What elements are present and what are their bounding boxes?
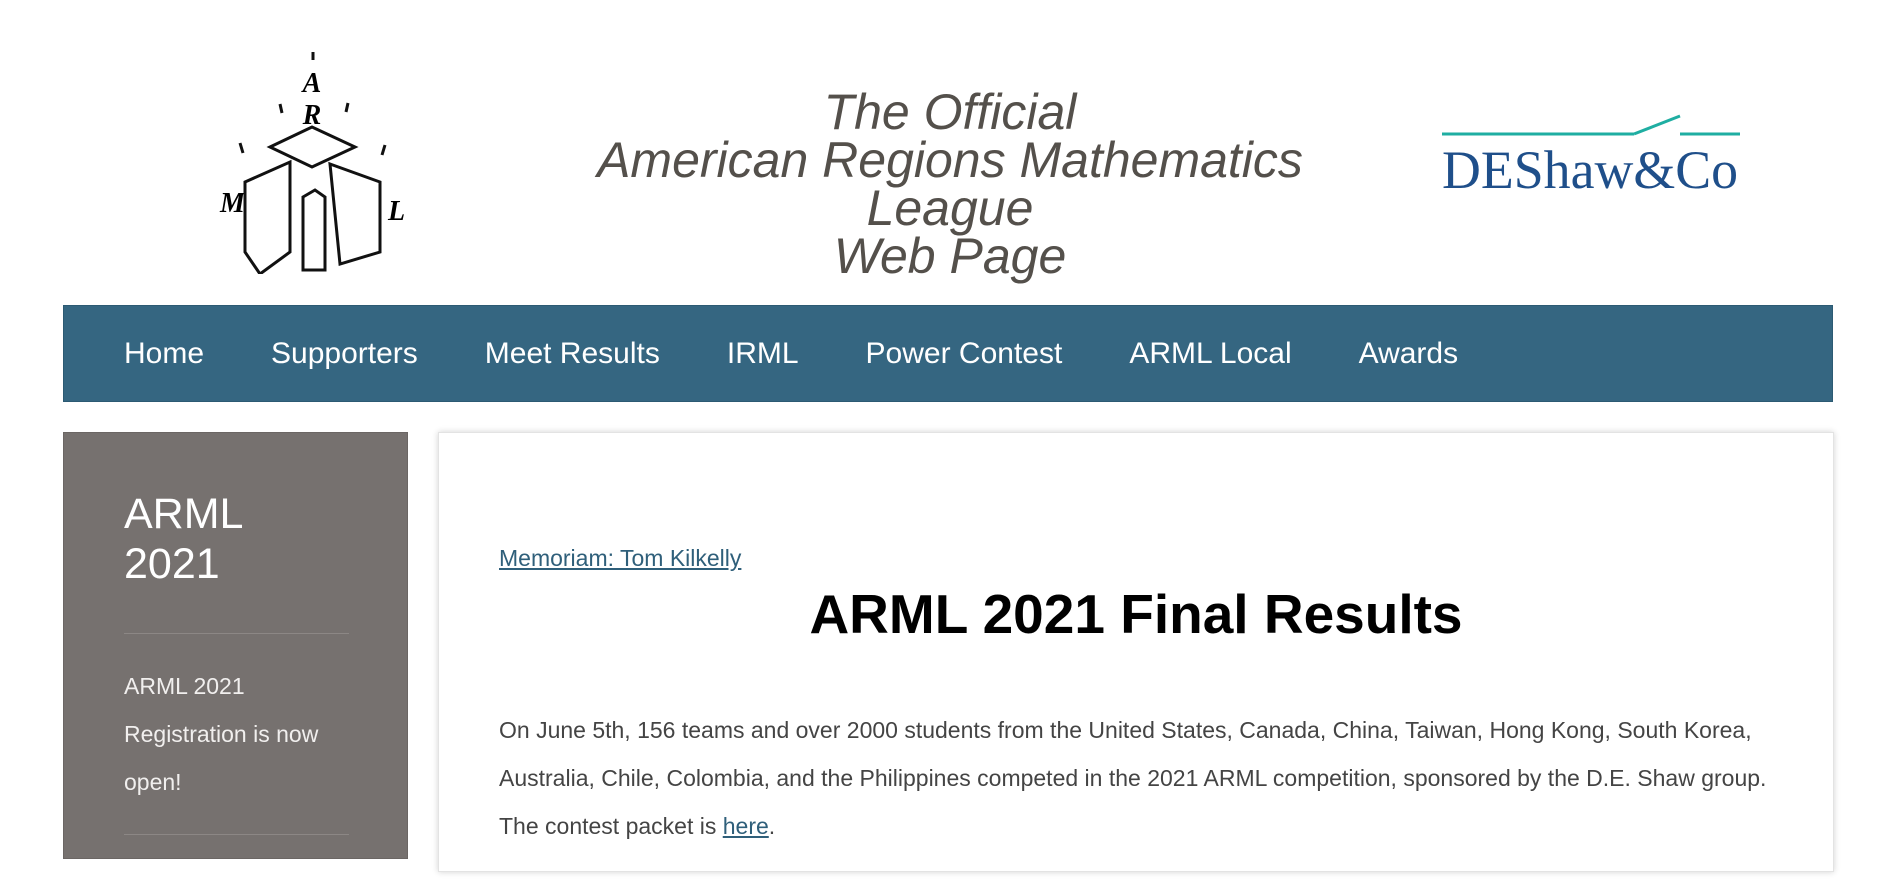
logo-letter-l: L [387,196,405,227]
registration-notice: ARML 2021 Registration is now open! [124,673,319,795]
contest-packet-link[interactable]: here [723,813,769,839]
de-shaw-logo-text: DEShaw&Co [1442,140,1738,198]
de-shaw-logo: DEShaw&Co [1442,114,1740,198]
memoriam-link[interactable]: Memoriam: Tom Kilkelly [499,545,741,572]
results-intro-end: . [768,813,776,839]
nav-item-arml-local[interactable]: ARML Local [1129,337,1291,371]
nav-item-home[interactable]: Home [124,337,204,371]
results-intro: On June 5th, 156 teams and over 2000 stu… [499,706,1773,850]
logo-letter-a: A [301,68,322,99]
results-intro-text: On June 5th, 156 teams and over 2000 stu… [499,717,1767,839]
site-title-line-2: American Regions Mathematics League [597,132,1303,236]
nav-item-meet-results[interactable]: Meet Results [485,337,660,371]
page-title: ARML 2021 Final Results [809,583,1463,645]
logo-letter-m: M [219,188,246,219]
sidebar-title: ARML 2021 [124,490,242,588]
nav-item-power-contest[interactable]: Power Contest [866,337,1063,371]
nav-item-awards[interactable]: Awards [1359,337,1459,371]
sidebar: ARML 2021 ARML 2021 Registration is now … [63,432,408,891]
site-header: A R M L The Official American Regions Ma… [0,0,1890,305]
nav-item-irml[interactable]: IRML [727,337,799,371]
nav-item-supporters[interactable]: Supporters [271,337,418,371]
arml-cube-logo: A R M L [219,52,405,274]
main-navigation: Home Supporters Meet Results IRML Power … [63,305,1833,402]
promotional-video-link[interactable]: Promotional Video [124,835,347,892]
site-title: The Official American Regions Mathematic… [510,84,1390,284]
site-title-line-3: Web Page [833,228,1067,284]
main-content: Memoriam: Tom Kilkelly ARML 2021 Final R… [438,432,1834,872]
site-title-line-1: The Official [823,84,1077,140]
